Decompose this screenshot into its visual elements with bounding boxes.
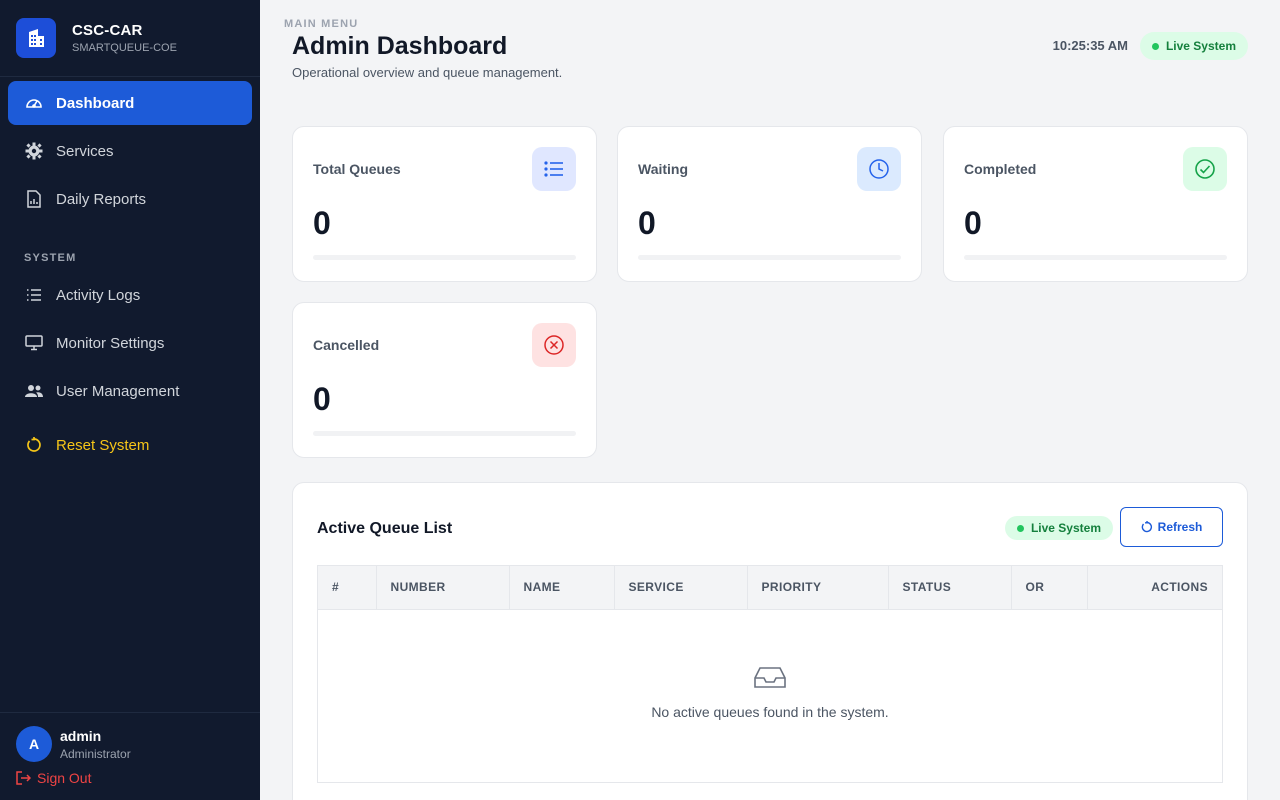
sidebar-item-label: Dashboard [56,94,135,112]
panel-title: Active Queue List [317,520,453,537]
stat-value: 0 [638,205,656,241]
sidebar-item-label: User Management [56,382,180,400]
stat-label: Completed [964,161,1037,177]
user-role: Administrator [60,747,131,761]
refresh-button[interactable]: Refresh [1120,507,1223,547]
live-status-badge: Live System [1139,32,1248,60]
brand-name: CSC-CAR [72,22,143,39]
sidebar: CSC-CAR SMARTQUEUE-COE MAIN MENU Dashboa… [0,0,357,800]
column-header-number[interactable]: NUMBER [376,566,510,610]
brand: CSC-CAR SMARTQUEUE-COE [0,0,260,77]
stat-progress-bar [964,255,1227,260]
table-header-row: # NUMBER NAME SERVICE PRIORITY STATUS OR… [318,566,1222,610]
stat-value: 0 [313,205,331,241]
page-title: Admin Dashboard [292,32,508,60]
inbox-icon [318,666,1222,690]
stat-card-cancelled: Cancelled 0 [292,302,597,458]
live-status-label: Live System [1165,39,1236,53]
gear-icon [24,141,44,161]
sign-out-button[interactable]: Sign Out [16,770,91,786]
stat-card-completed: Completed 0 [943,126,1248,282]
stat-progress-bar [313,255,576,260]
sidebar-item-activity-logs[interactable]: Activity Logs [8,273,252,317]
page-subtitle: Operational overview and queue managemen… [292,65,563,80]
clock-icon [857,147,901,191]
sidebar-item-label: Monitor Settings [56,334,165,352]
active-queue-panel: Active Queue List Live System Refresh # … [292,482,1248,800]
brand-subtitle: SMARTQUEUE-COE [72,42,177,54]
stat-card-waiting: Waiting 0 [617,126,922,282]
sidebar-item-dashboard[interactable]: Dashboard [8,81,252,125]
refresh-icon [1141,521,1153,533]
stat-value: 0 [964,205,982,241]
users-icon [24,381,44,401]
empty-state-text: No active queues found in the system. [651,704,889,720]
main-content: Admin Dashboard Operational overview and… [260,0,1280,800]
stat-label: Waiting [638,161,689,177]
stat-card-total-queues: Total Queues 0 [292,126,597,282]
live-status-label: Live System [1030,521,1101,535]
building-icon [16,18,56,58]
stat-label: Cancelled [313,337,380,353]
column-header-or[interactable]: OR [1011,566,1088,610]
sidebar-item-services[interactable]: Services [8,129,252,173]
stat-progress-bar [313,431,576,436]
stat-progress-bar [638,255,901,260]
sidebar-item-daily-reports[interactable]: Daily Reports [8,177,252,221]
sign-out-label: Sign Out [37,770,92,786]
clock: 10:25:35 AM [1052,38,1128,53]
sidebar-item-user-management[interactable]: User Management [8,369,252,413]
reset-system-button[interactable]: Reset System [8,423,252,467]
column-header-index[interactable]: # [318,566,377,610]
avatar: A [16,726,52,762]
report-icon [24,189,44,209]
x-circle-icon [532,323,576,367]
sidebar-item-label: Daily Reports [56,190,147,208]
stat-label: Total Queues [313,161,401,177]
column-header-name[interactable]: NAME [509,566,615,610]
column-header-actions[interactable]: ACTIONS [1087,566,1222,610]
column-header-status[interactable]: STATUS [888,566,1012,610]
user-name: admin [60,728,102,744]
stat-value: 0 [313,381,331,417]
live-status-badge: Live System [1004,516,1113,540]
sidebar-item-label: Activity Logs [56,286,141,304]
live-dot-icon [1016,524,1024,532]
live-dot-icon [1151,42,1159,50]
sidebar-item-monitor-settings[interactable]: Monitor Settings [8,321,252,365]
refresh-label: Refresh [1157,520,1203,534]
user-panel: A admin Administrator Sign Out [0,712,260,800]
reset-icon [24,435,44,455]
dashboard-icon [24,93,44,113]
list-icon [24,285,44,305]
queue-table: # NUMBER NAME SERVICE PRIORITY STATUS OR… [317,565,1223,783]
check-circle-icon [1183,147,1227,191]
system-heading: SYSTEM [24,252,77,264]
reset-system-label: Reset System [56,436,150,454]
sidebar-item-label: Services [56,142,114,160]
column-header-service[interactable]: SERVICE [614,566,748,610]
sign-out-icon [16,771,31,785]
column-header-priority[interactable]: PRIORITY [747,566,889,610]
empty-state: No active queues found in the system. [318,666,1222,720]
list-icon [532,147,576,191]
monitor-icon [24,333,44,353]
